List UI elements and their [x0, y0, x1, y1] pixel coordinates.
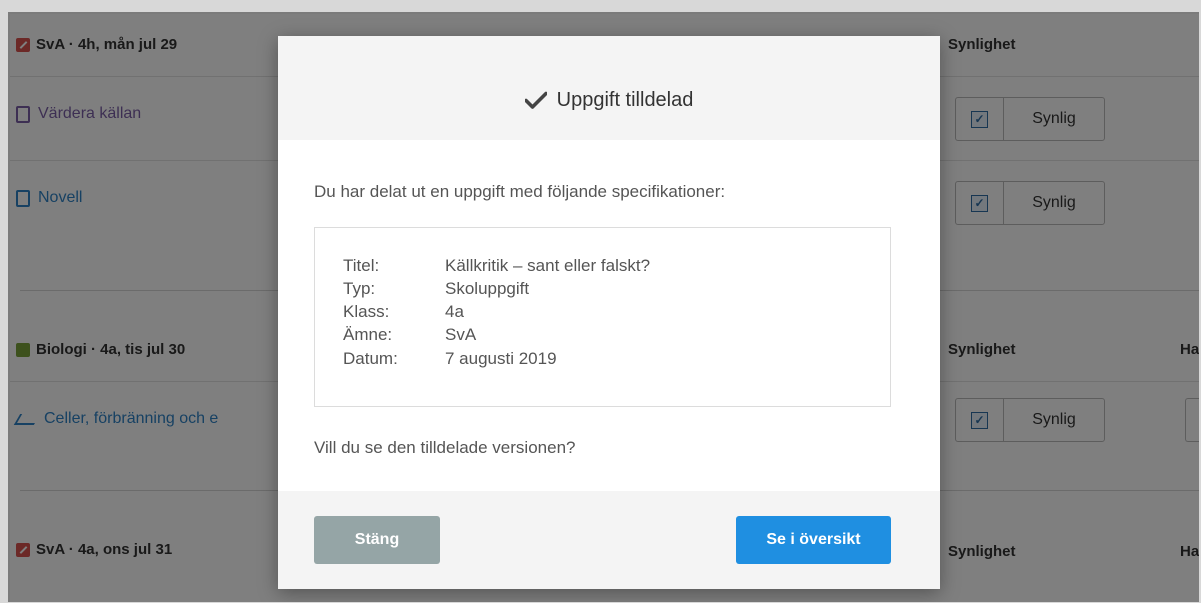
app-frame: SvA · 4h, mån jul 29 Synlighet Värdera k…: [8, 12, 1199, 602]
assignment-dialog: Uppgift tilldelad Du har delat ut en upp…: [278, 36, 940, 589]
close-button[interactable]: Stäng: [314, 516, 440, 564]
spec-box: Titel: Källkritik – sant eller falskt? T…: [314, 227, 891, 407]
view-overview-button[interactable]: Se i översikt: [736, 516, 891, 564]
dialog-footer: Stäng Se i översikt: [278, 491, 940, 589]
dialog-title: Uppgift tilldelad: [524, 89, 693, 112]
spec-row-subject: Ämne: SvA: [343, 325, 477, 344]
checkmark-icon: [524, 91, 547, 109]
dialog-header: Uppgift tilldelad: [278, 36, 940, 140]
spec-row-class: Klass: 4a: [343, 302, 464, 321]
spec-row-type: Typ: Skoluppgift: [343, 279, 530, 298]
spec-row-date: Datum: 7 augusti 2019: [343, 349, 557, 368]
dialog-intro: Du har delat ut en uppgift med följande …: [314, 182, 726, 201]
dialog-question: Vill du se den tilldelade versionen?: [314, 438, 576, 457]
spec-row-title: Titel: Källkritik – sant eller falskt?: [343, 256, 651, 275]
